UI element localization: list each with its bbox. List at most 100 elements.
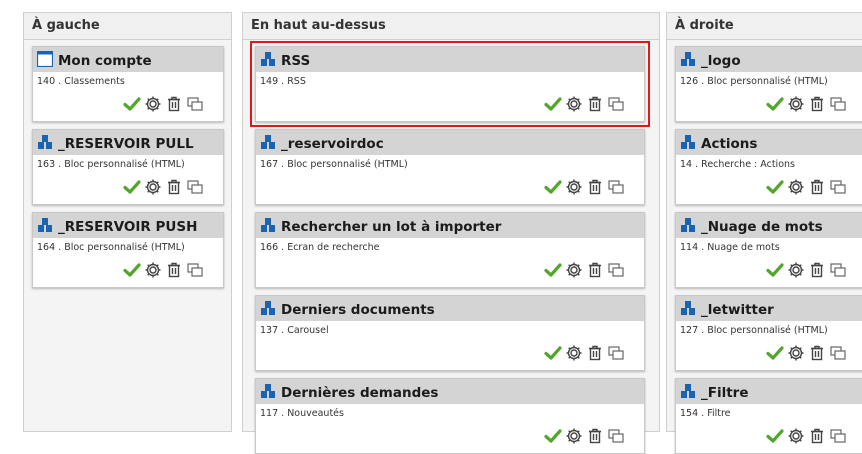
block-subtitle: 127 . Bloc personnalisé (HTML) [680,325,828,336]
portal-block[interactable]: _Filtre 154 . Filtre [675,378,862,454]
gear-icon[interactable] [565,178,583,196]
portal-block[interactable]: _RESERVOIR PUSH 164 . Bloc personnalisé (… [32,212,224,288]
trash-icon[interactable] [586,427,604,445]
block-title-bar[interactable]: Actions [676,130,862,155]
blocks-icon [260,217,276,233]
block-actions [766,261,858,279]
duplicate-icon[interactable] [607,261,625,279]
block-title-bar[interactable]: Dernières demandes [256,379,644,404]
gear-icon[interactable] [144,95,162,113]
gear-icon[interactable] [565,95,583,113]
trash-icon[interactable] [808,427,826,445]
trash-icon[interactable] [165,95,183,113]
duplicate-icon[interactable] [607,344,625,362]
portal-block[interactable]: Mon compte 140 . Classements [32,46,224,122]
duplicate-icon[interactable] [829,95,847,113]
portal-block[interactable]: Derniers documents 137 . Carousel [255,295,645,371]
block-actions [544,178,636,196]
check-icon[interactable] [544,344,562,362]
gear-icon[interactable] [565,427,583,445]
blocks-icon [260,51,276,67]
block-actions [544,95,636,113]
block-title: _reservoirdoc [281,136,384,152]
portal-block[interactable]: Dernières demandes 117 . Nouveautés [255,378,645,454]
duplicate-icon[interactable] [829,427,847,445]
gear-icon[interactable] [144,261,162,279]
trash-icon[interactable] [165,261,183,279]
block-title-bar[interactable]: Derniers documents [256,296,644,321]
check-icon[interactable] [544,427,562,445]
block-title-bar[interactable]: _RESERVOIR PUSH [33,213,223,238]
block-actions [544,344,636,362]
portal-block[interactable]: _Nuage de mots 114 . Nuage de mots [675,212,862,288]
check-icon[interactable] [766,344,784,362]
duplicate-icon[interactable] [607,178,625,196]
block-title-bar[interactable]: Rechercher un lot à importer [256,213,644,238]
check-icon[interactable] [766,95,784,113]
blocks-icon [680,134,696,150]
block-title-bar[interactable]: _RESERVOIR PULL [33,130,223,155]
trash-icon[interactable] [165,178,183,196]
block-title: _letwitter [701,302,774,318]
check-icon[interactable] [766,261,784,279]
portal-block[interactable]: _letwitter 127 . Bloc personnalisé (HTML) [675,295,862,371]
block-actions [123,178,215,196]
gear-icon[interactable] [144,178,162,196]
check-icon[interactable] [123,178,141,196]
portal-block[interactable]: RSS 149 . RSS [250,41,650,127]
duplicate-icon[interactable] [186,178,204,196]
check-icon[interactable] [766,178,784,196]
block-subtitle: 167 . Bloc personnalisé (HTML) [260,159,408,170]
block-subtitle: 140 . Classements [37,76,125,87]
trash-icon[interactable] [808,178,826,196]
block-subtitle: 166 . Ecran de recherche [260,242,380,253]
block-subtitle: 126 . Bloc personnalisé (HTML) [680,76,828,87]
gear-icon[interactable] [787,178,805,196]
gear-icon[interactable] [565,344,583,362]
trash-icon[interactable] [586,261,604,279]
trash-icon[interactable] [586,95,604,113]
block-title: Actions [701,136,758,152]
check-icon[interactable] [544,95,562,113]
block-title: _RESERVOIR PULL [58,136,194,152]
block-title-bar[interactable]: _reservoirdoc [256,130,644,155]
block-actions [123,261,215,279]
check-icon[interactable] [544,261,562,279]
block-title-bar[interactable]: RSS [256,47,644,72]
trash-icon[interactable] [586,344,604,362]
trash-icon[interactable] [808,344,826,362]
block-title-bar[interactable]: _letwitter [676,296,862,321]
duplicate-icon[interactable] [829,261,847,279]
portal-block[interactable]: _reservoirdoc 167 . Bloc personnalisé (HT… [255,129,645,205]
duplicate-icon[interactable] [607,427,625,445]
duplicate-icon[interactable] [829,344,847,362]
portal-block[interactable]: Actions 14 . Recherche : Actions [675,129,862,205]
gear-icon[interactable] [787,261,805,279]
trash-icon[interactable] [808,95,826,113]
block-title-bar[interactable]: _Nuage de mots [676,213,862,238]
block-title-bar[interactable]: Mon compte [33,47,223,72]
gear-icon[interactable] [787,344,805,362]
check-icon[interactable] [123,261,141,279]
check-icon[interactable] [123,95,141,113]
block-title-bar[interactable]: _Filtre [676,379,862,404]
block-title-bar[interactable]: _logo [676,47,862,72]
portal-block[interactable]: Rechercher un lot à importer 166 . Ecran … [255,212,645,288]
column-1: En haut au-dessus RSS 149 . RSS _reservoird… [242,12,660,454]
blocks-icon [680,300,696,316]
duplicate-icon[interactable] [186,261,204,279]
portal-block[interactable]: _RESERVOIR PULL 163 . Bloc personnalisé (… [32,129,224,205]
duplicate-icon[interactable] [186,95,204,113]
trash-icon[interactable] [586,178,604,196]
column-title: À droite [667,13,862,40]
gear-icon[interactable] [787,427,805,445]
block-title: _Filtre [701,385,749,401]
gear-icon[interactable] [787,95,805,113]
gear-icon[interactable] [565,261,583,279]
check-icon[interactable] [544,178,562,196]
portal-block[interactable]: _logo 126 . Bloc personnalisé (HTML) [675,46,862,122]
duplicate-icon[interactable] [829,178,847,196]
duplicate-icon[interactable] [607,95,625,113]
check-icon[interactable] [766,427,784,445]
trash-icon[interactable] [808,261,826,279]
